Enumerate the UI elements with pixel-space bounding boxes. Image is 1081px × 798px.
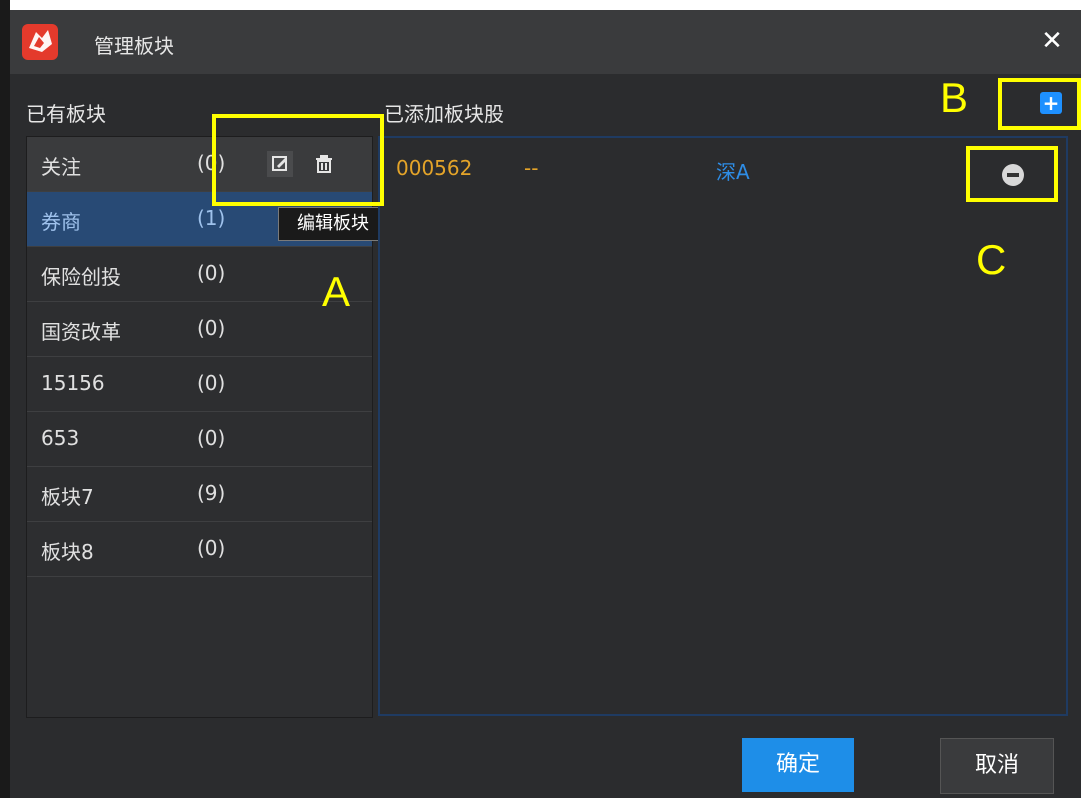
block-row[interactable]: 板块7 (9) (27, 467, 372, 522)
existing-blocks-header: 已有板块 (26, 102, 106, 126)
app-logo-icon (22, 24, 58, 60)
ok-button[interactable]: 确定 (742, 738, 854, 792)
manage-blocks-dialog: 管理板块 ✕ 已有板块 已添加板块股 关注 (0) 券商 (1) 保险创投 (0… (10, 10, 1081, 798)
block-row[interactable]: 国资改革 (0) (27, 302, 372, 357)
block-count: (0) (197, 536, 226, 560)
block-count: (9) (197, 481, 226, 505)
block-count: (0) (197, 371, 226, 395)
block-row[interactable]: 板块8 (0) (27, 522, 372, 577)
block-count: (0) (197, 261, 226, 285)
block-name: 15156 (41, 371, 105, 395)
stock-market: 深A (716, 160, 750, 184)
edit-block-tooltip: 编辑板块 (278, 207, 388, 241)
stock-name: -- (524, 156, 539, 180)
background-strip-left (0, 0, 10, 798)
background-strip-top (0, 0, 1081, 10)
block-name: 板块8 (41, 540, 94, 564)
annotation-label-c: C (976, 236, 1007, 283)
block-count: (0) (197, 316, 226, 340)
annotation-label-b: B (940, 74, 969, 121)
block-name: 关注 (41, 155, 81, 179)
annotation-box-b (998, 78, 1081, 130)
block-name: 国资改革 (41, 320, 121, 344)
stock-code: 000562 (396, 156, 473, 180)
annotation-box-c (966, 146, 1058, 202)
title-bar: 管理板块 ✕ (10, 10, 1081, 74)
block-row[interactable]: 15156 (0) (27, 357, 372, 412)
annotation-label-a: A (322, 268, 351, 315)
block-row[interactable]: 保险创投 (0) (27, 247, 372, 302)
block-count: (0) (197, 426, 226, 450)
block-name: 653 (41, 426, 80, 450)
close-icon[interactable]: ✕ (1037, 26, 1067, 56)
block-name: 板块7 (41, 485, 94, 509)
block-name: 券商 (41, 210, 81, 234)
block-count: (1) (197, 206, 226, 230)
block-name: 保险创投 (41, 265, 121, 289)
added-stocks-header: 已添加板块股 (384, 102, 504, 126)
cancel-button[interactable]: 取消 (940, 738, 1054, 794)
block-row[interactable]: 653 (0) (27, 412, 372, 467)
annotation-box-a (212, 114, 384, 206)
dialog-title: 管理板块 (94, 34, 174, 58)
added-stocks-list: 000562 -- 深A (378, 136, 1068, 716)
